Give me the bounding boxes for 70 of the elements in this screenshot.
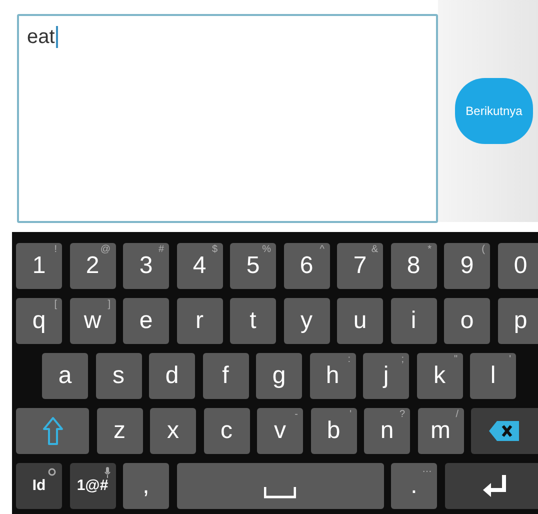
key-hint: [ [54,300,57,310]
keyboard-key[interactable]: r [176,298,222,344]
key-hint: … [422,465,432,475]
shift-key[interactable] [16,408,89,454]
keyboard-key[interactable]: m / [418,408,464,454]
keyboard-key[interactable]: p [498,298,538,344]
keyboard-key[interactable]: z [96,408,142,454]
key-hint: ' [350,410,352,420]
keyboard-key[interactable]: 0 [498,243,538,289]
key-hint: ' [509,355,511,365]
keyboard-key[interactable]: g [256,353,302,399]
key-hint: ; [401,355,404,365]
microphone-icon [104,467,110,478]
keyboard-key[interactable]: y [284,298,330,344]
backspace-key[interactable] [471,408,538,454]
keyboard-key[interactable]: j ; [363,353,409,399]
up-arrow-icon [42,416,64,446]
keyboard-key[interactable]: u [337,298,383,344]
keyboard-key[interactable]: , [123,463,169,509]
key-hint: - [294,410,298,420]
keyboard-key[interactable]: b ' [310,408,356,454]
key-hint: $ [212,245,218,255]
keyboard-key[interactable]: k " [416,353,462,399]
keyboard-key[interactable]: 5 % [230,243,276,289]
key-hint: ^ [320,245,324,255]
keyboard-key[interactable]: 6 ^ [284,243,330,289]
space-icon [264,487,296,499]
enter-key[interactable] [444,463,538,509]
keyboard-key[interactable]: 1 ! [16,243,62,289]
keyboard-key[interactable]: 1@# [70,463,116,509]
key-hint: # [158,245,164,255]
keyboard-key[interactable]: i [390,298,436,344]
keyboard-key[interactable]: c [204,408,250,454]
keyboard-key[interactable]: e [123,298,169,344]
input-value: eat [27,26,58,48]
keyboard-key[interactable]: d [149,353,195,399]
keyboard-key[interactable]: 4 $ [176,243,222,289]
keyboard-key[interactable]: x [150,408,196,454]
key-hint: @ [100,245,110,255]
key-hint: ( [482,245,485,255]
text-input-field[interactable]: eat [17,14,438,223]
key-hint: ? [399,410,405,420]
key-hint: / [456,410,458,420]
keyboard-key[interactable]: n ? [364,408,410,454]
backspace-icon [489,421,519,441]
keyboard-key[interactable]: h : [310,353,356,399]
key-hint: * [428,245,432,255]
keyboard-key[interactable]: . … [391,463,437,509]
keyboard-key[interactable]: 7 & [337,243,383,289]
keyboard-key[interactable]: 8 * [390,243,436,289]
key-hint: % [262,245,271,255]
keyboard-key[interactable]: w ] [70,298,116,344]
enter-icon [482,473,508,499]
keyboard-key[interactable]: 3 # [123,243,169,289]
keyboard-key[interactable]: a [42,353,88,399]
key-hint: ! [54,245,57,255]
key-hint: & [371,245,378,255]
keyboard-key[interactable]: Id [16,463,62,509]
key-hint: : [348,355,350,365]
keyboard-key[interactable]: l ' [470,353,516,399]
keyboard-key[interactable]: f [202,353,248,399]
keyboard-key[interactable]: q [ [16,298,62,344]
keyboard-key[interactable]: t [230,298,276,344]
key-hint: ] [108,300,110,310]
key-hint: " [454,355,458,365]
keyboard-key[interactable]: 9 ( [444,243,490,289]
keyboard-key[interactable]: v - [257,408,303,454]
keyboard-key[interactable]: s [96,353,142,399]
keyboard-key[interactable]: o [444,298,490,344]
keyboard-key[interactable]: 2 @ [70,243,116,289]
